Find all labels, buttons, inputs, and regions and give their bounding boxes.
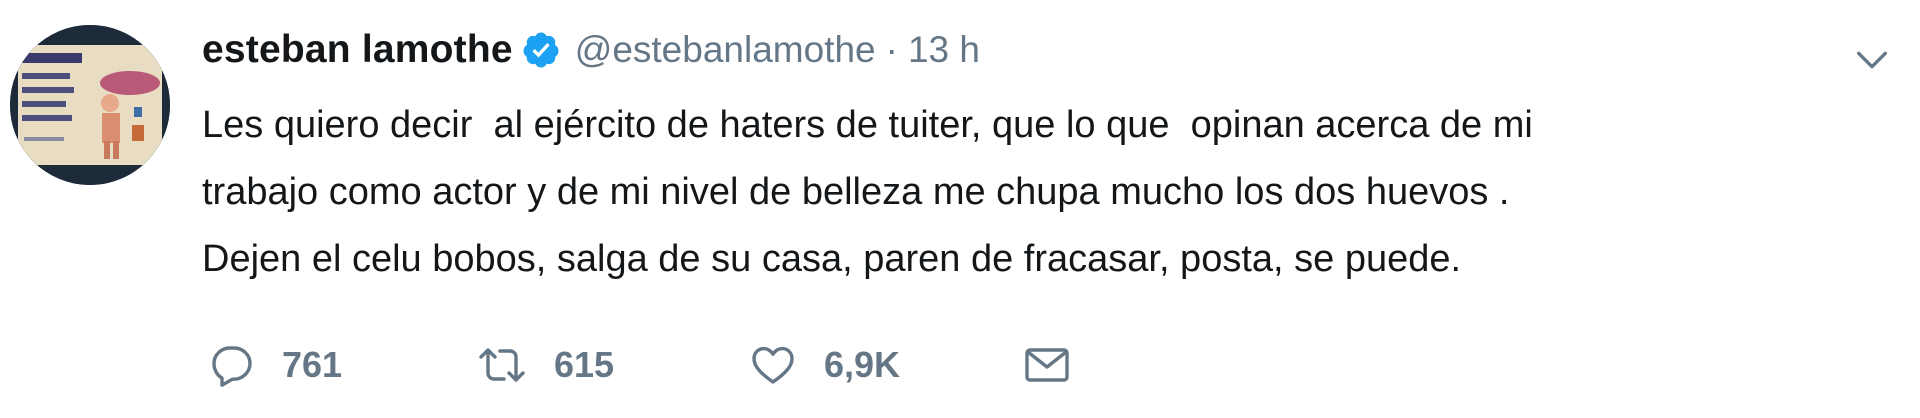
tweet-text: Les quiero decir al ejército de haters d… <box>202 92 1902 293</box>
author-avatar[interactable] <box>10 25 170 185</box>
chevron-down-icon[interactable] <box>1852 40 1892 80</box>
tweet-card[interactable]: esteban lamothe @estebanlamothe · 13 h L… <box>0 0 1920 418</box>
reply-icon <box>208 341 256 389</box>
heart-icon <box>748 341 798 389</box>
tweet-text-line: Dejen el celu bobos, salga de su casa, p… <box>202 238 1462 280</box>
separator-dot: · <box>885 29 898 70</box>
envelope-icon <box>1020 341 1074 389</box>
like-count: 6,9K <box>824 344 901 385</box>
tweet-header: esteban lamothe @estebanlamothe · 13 h <box>202 22 980 78</box>
tweet-actions: 761 615 6,9K <box>208 335 1074 395</box>
reply-button[interactable]: 761 <box>208 341 476 389</box>
avatar-image <box>10 25 170 185</box>
tweet-timestamp[interactable]: 13 h <box>908 29 980 71</box>
like-button[interactable]: 6,9K <box>748 341 1020 389</box>
reply-count: 761 <box>282 344 343 385</box>
author-display-name[interactable]: esteban lamothe <box>202 28 513 72</box>
retweet-count: 615 <box>554 344 615 385</box>
tweet-text-line: trabajo como actor y de mi nivel de bell… <box>202 171 1510 213</box>
author-handle[interactable]: @estebanlamothe <box>575 29 876 71</box>
retweet-icon <box>476 341 528 389</box>
direct-message-button[interactable] <box>1020 341 1074 389</box>
verified-badge-icon <box>521 30 561 70</box>
tweet-text-line: Les quiero decir al ejército de haters d… <box>202 104 1533 146</box>
retweet-button[interactable]: 615 <box>476 341 748 389</box>
